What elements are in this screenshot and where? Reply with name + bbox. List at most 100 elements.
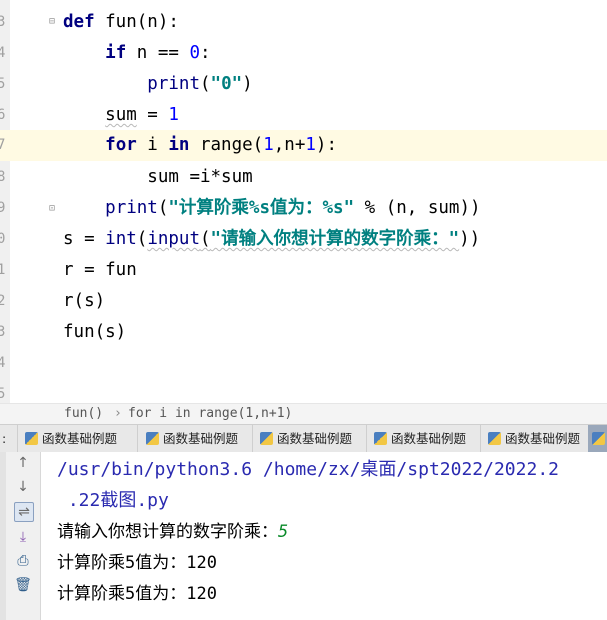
builtin-input: input	[147, 229, 200, 249]
code-line-11[interactable]: 3 fun(s)	[0, 317, 607, 348]
code-text: s =	[63, 229, 106, 249]
line-number: 4	[0, 45, 6, 61]
code-text: (	[157, 198, 169, 218]
code-text: n ==	[126, 43, 190, 63]
code-text: ,n+	[273, 135, 306, 155]
fold-end-marker-icon[interactable]: ⊡	[49, 203, 59, 214]
keyword-in: in	[168, 135, 190, 155]
code-text: range(	[189, 135, 264, 155]
breadcrumb: fun() › for i in range(1,n+1)	[0, 403, 607, 425]
keyword-for: for	[105, 135, 137, 155]
code-text: fun(s)	[63, 322, 127, 342]
tab-partial[interactable]: :	[0, 425, 18, 452]
number-literal: 1	[263, 135, 274, 155]
code-line-7[interactable]: 9 ⊡ print("计算阶乘%s值为：%s" % (n, sum))	[0, 193, 607, 224]
console-prompt: 请输入你想计算的数字阶乘：	[57, 522, 278, 542]
tab-run-active[interactable]	[588, 425, 607, 452]
code-line-5-current[interactable]: 7 for i in range(1,n+1):	[0, 130, 607, 161]
code-line-6[interactable]: 8 sum =i*sum	[0, 162, 607, 193]
code-text: )	[242, 74, 253, 94]
keyword-def: def	[63, 12, 95, 32]
number-literal: 1	[305, 135, 316, 155]
python-file-icon	[592, 432, 605, 445]
code-text: :	[200, 43, 211, 63]
line-number: 9	[0, 200, 6, 216]
code-text: r(s)	[63, 291, 106, 311]
number-literal: 1	[168, 105, 179, 125]
console-user-input: 5	[278, 522, 289, 542]
code-text: ))	[459, 229, 481, 249]
console-input-line: 请输入你想计算的数字阶乘：5	[57, 517, 288, 542]
fold-marker-icon[interactable]: ⊟	[49, 16, 59, 27]
line-number: 6	[0, 107, 6, 123]
console-output-line: 计算阶乘5值为：120	[57, 553, 217, 573]
code-line-4[interactable]: 6 sum = 1	[0, 100, 607, 131]
line-number: 3	[0, 324, 6, 340]
code-line-8[interactable]: 0 s = int(input("请输入你想计算的数字阶乘："))	[0, 224, 607, 255]
tool-window-strip	[0, 452, 6, 620]
builtin-int: int	[105, 229, 137, 249]
code-text: i	[136, 135, 169, 155]
run-tab-bar: : 函数基础例题 函数基础例题 函数基础例题 函数基础例题 函数基础例题	[0, 424, 607, 453]
variable-sum: sum	[105, 105, 137, 125]
scroll-to-end-icon[interactable]: ⤓	[14, 528, 32, 546]
soft-wrap-icon[interactable]: ⇌	[14, 502, 34, 522]
number-literal: 0	[189, 43, 200, 63]
tab-label: 函数基础例题	[391, 431, 467, 446]
line-number: 8	[0, 169, 6, 185]
console-command-line[interactable]: /usr/bin/python3.6 /home/zx/桌面/spt2022/2…	[57, 455, 559, 481]
python-file-icon	[488, 432, 501, 445]
code-line-9[interactable]: 1 r = fun	[0, 255, 607, 286]
breadcrumb-item-loop[interactable]: for i in range(1,n+1)	[128, 406, 292, 421]
line-number: 5	[0, 386, 6, 402]
code-text: (	[200, 229, 211, 249]
tab-label: 函数基础例题	[163, 431, 239, 446]
code-text: ):	[315, 135, 337, 155]
code-text: r = fun	[63, 260, 137, 280]
console-command-line-wrap[interactable]: .22截图.py	[57, 486, 169, 512]
string-literal: "请输入你想计算的数字阶乘："	[210, 229, 460, 249]
python-file-icon	[25, 432, 38, 445]
tab-label: 函数基础例题	[277, 431, 353, 446]
code-line-3[interactable]: 5 print("0")	[0, 69, 607, 100]
line-number: 3	[0, 14, 6, 30]
code-text: =	[136, 105, 169, 125]
code-text: sum =i*sum	[147, 167, 253, 187]
line-number: 4	[0, 355, 6, 371]
line-number: 2	[0, 293, 6, 309]
line-number: 0	[0, 231, 6, 247]
line-number: 7	[0, 137, 6, 153]
tab-run-4[interactable]: 函数基础例题	[366, 425, 481, 452]
run-toolbar: ↑ ↓ ⇌ ⤓ ⎙ 🗑	[0, 452, 41, 620]
builtin-print: print	[147, 74, 200, 94]
code-text: % (n, sum))	[354, 198, 481, 218]
code-line-10[interactable]: 2 r(s)	[0, 286, 607, 317]
console-output-line: 计算阶乘5值为：120	[57, 584, 217, 604]
code-line-12[interactable]: 4	[0, 348, 607, 379]
string-literal: "计算阶乘%s值为：%s"	[168, 198, 355, 218]
tab-run-3[interactable]: 函数基础例题	[252, 425, 367, 452]
trash-icon[interactable]: 🗑	[14, 576, 32, 594]
code-text: fun(n):	[94, 12, 179, 32]
string-literal: "0"	[210, 74, 243, 94]
arrow-up-icon[interactable]: ↑	[14, 454, 32, 472]
builtin-print: print	[105, 198, 158, 218]
code-editor[interactable]: 3 ⊟ def fun(n): 4 if n == 0: 5 print("0"…	[0, 0, 607, 403]
python-file-icon	[146, 432, 159, 445]
code-text: (	[136, 229, 148, 249]
breadcrumb-separator: ›	[114, 406, 122, 421]
code-line-13[interactable]: 5	[0, 379, 607, 403]
tab-run-2[interactable]: 函数基础例题	[138, 425, 253, 452]
line-number: 5	[0, 76, 6, 92]
arrow-down-icon[interactable]: ↓	[14, 478, 32, 496]
breadcrumb-item-function[interactable]: fun()	[64, 406, 103, 421]
code-line-2[interactable]: 4 if n == 0:	[0, 38, 607, 69]
tab-run-5[interactable]: 函数基础例题	[480, 425, 593, 452]
print-icon[interactable]: ⎙	[14, 552, 32, 570]
python-file-icon	[374, 432, 387, 445]
run-console-output[interactable]: /usr/bin/python3.6 /home/zx/桌面/spt2022/2…	[41, 452, 607, 620]
code-line-1[interactable]: 3 ⊟ def fun(n):	[0, 7, 607, 38]
keyword-if: if	[105, 43, 127, 63]
tab-label: 函数基础例题	[42, 431, 118, 446]
tab-run-1[interactable]: 函数基础例题	[17, 425, 138, 452]
